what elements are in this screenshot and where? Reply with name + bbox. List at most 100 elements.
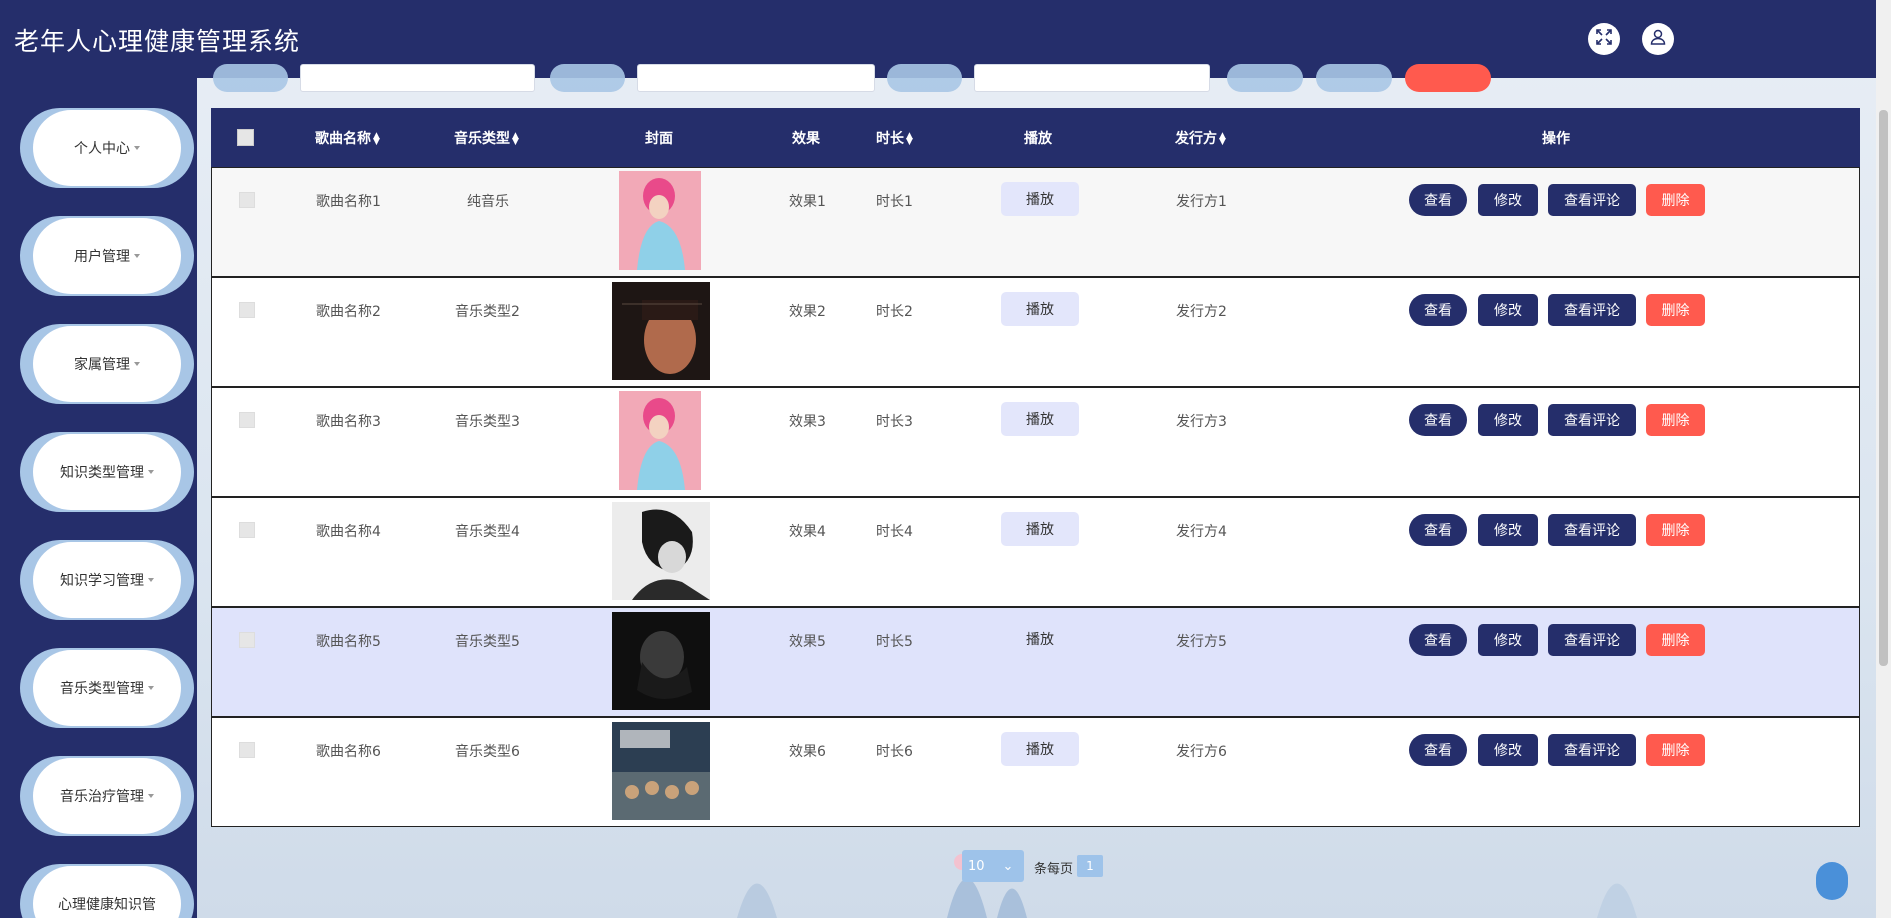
- edit-button[interactable]: 修改: [1478, 624, 1538, 656]
- cover-image: [612, 282, 710, 380]
- search-label-pill: [213, 64, 288, 92]
- duration: 时长3: [876, 414, 913, 430]
- page-number-button[interactable]: 1: [1077, 855, 1103, 877]
- song-name: 歌曲名称2: [316, 304, 381, 320]
- fullscreen-icon: [1595, 28, 1613, 50]
- sidebar-item-knowledge-type[interactable]: 知识类型管理: [20, 432, 194, 512]
- edit-button[interactable]: 修改: [1478, 514, 1538, 546]
- view-button[interactable]: 查看: [1409, 184, 1467, 216]
- search-button[interactable]: [1227, 64, 1303, 92]
- sidebar-item-mental-health-knowledge[interactable]: 心理健康知识管: [20, 864, 194, 918]
- publisher: 发行方2: [1176, 304, 1227, 320]
- effect: 效果1: [789, 194, 826, 210]
- view-button[interactable]: 查看: [1409, 404, 1467, 436]
- edit-button[interactable]: 修改: [1478, 294, 1538, 326]
- row-checkbox[interactable]: [239, 302, 255, 318]
- cover-image: [612, 502, 710, 600]
- play-button[interactable]: 播放: [1001, 622, 1079, 656]
- delete-button[interactable]: 删除: [1646, 404, 1705, 436]
- publisher: 发行方1: [1176, 194, 1227, 210]
- header-publisher[interactable]: 发行方 ▲ ▼: [1175, 128, 1226, 148]
- sidebar-item-family[interactable]: 家属管理: [20, 324, 194, 404]
- row-checkbox[interactable]: [239, 632, 255, 648]
- sidebar-item-music-type[interactable]: 音乐类型管理: [20, 648, 194, 728]
- chat-float-button[interactable]: [1816, 862, 1848, 900]
- row-checkbox[interactable]: [239, 192, 255, 208]
- header-music-type[interactable]: 音乐类型 ▲ ▼: [454, 128, 519, 148]
- view-comments-button[interactable]: 查看评论: [1548, 294, 1636, 326]
- search-label-pill: [550, 64, 625, 92]
- song-name: 歌曲名称5: [316, 634, 381, 650]
- music-therapy-table: 歌曲名称 ▲ ▼ 音乐类型 ▲ ▼ 封面 效果 时长 ▲ ▼ 播放 发行方 ▲ ▼ 操作 歌曲名…: [211, 108, 1860, 829]
- fullscreen-button[interactable]: [1588, 23, 1620, 55]
- duration: 时长1: [876, 194, 913, 210]
- cover-image: [619, 171, 701, 270]
- header-duration[interactable]: 时长 ▲ ▼: [876, 128, 913, 148]
- duration: 时长2: [876, 304, 913, 320]
- search-bar: [197, 64, 1857, 92]
- play-button[interactable]: 播放: [1001, 402, 1079, 436]
- view-comments-button[interactable]: 查看评论: [1548, 734, 1636, 766]
- view-comments-button[interactable]: 查看评论: [1548, 624, 1636, 656]
- music-type: 音乐类型2: [455, 304, 520, 320]
- row-checkbox[interactable]: [239, 522, 255, 538]
- scrollbar-thumb[interactable]: [1879, 110, 1888, 666]
- music-type: 纯音乐: [467, 194, 509, 210]
- sidebar-item-personal-center[interactable]: 个人中心: [20, 108, 194, 188]
- chevron-down-icon: ⌄: [1002, 858, 1014, 874]
- user-icon: [1649, 28, 1667, 50]
- view-button[interactable]: 查看: [1409, 624, 1467, 656]
- delete-button[interactable]: 删除: [1646, 514, 1705, 546]
- sidebar-item-music-therapy[interactable]: 音乐治疗管理: [20, 756, 194, 836]
- row-checkbox[interactable]: [239, 742, 255, 758]
- sort-icon: ▲ ▼: [1219, 131, 1226, 147]
- play-button[interactable]: 播放: [1001, 182, 1079, 216]
- header-play: 播放: [1024, 131, 1052, 147]
- table-header: 歌曲名称 ▲ ▼ 音乐类型 ▲ ▼ 封面 效果 时长 ▲ ▼ 播放 发行方 ▲ ▼ 操作: [211, 108, 1860, 167]
- song-name: 歌曲名称3: [316, 414, 381, 430]
- view-comments-button[interactable]: 查看评论: [1548, 514, 1636, 546]
- search-input-publisher[interactable]: [974, 64, 1210, 92]
- add-button[interactable]: [1316, 64, 1392, 92]
- user-menu-button[interactable]: [1642, 23, 1674, 55]
- chevron-down-icon: [148, 686, 154, 690]
- header-song-name[interactable]: 歌曲名称 ▲ ▼: [315, 128, 380, 148]
- table-row: 歌曲名称1 纯音乐 效果1 时长1 播放 发行方1 查看 修改 查看评论 删除: [211, 167, 1860, 277]
- music-type: 音乐类型6: [455, 744, 520, 760]
- view-comments-button[interactable]: 查看评论: [1548, 184, 1636, 216]
- edit-button[interactable]: 修改: [1478, 184, 1538, 216]
- play-button[interactable]: 播放: [1001, 292, 1079, 326]
- publisher: 发行方3: [1176, 414, 1227, 430]
- header-effect: 效果: [792, 131, 820, 147]
- duration: 时长4: [876, 524, 913, 540]
- play-button[interactable]: 播放: [1001, 732, 1079, 766]
- search-input-type[interactable]: [637, 64, 875, 92]
- table-row: 歌曲名称4 音乐类型4 效果4 时长4 播放 发行方4 查看 修改 查看评论 删…: [211, 497, 1860, 607]
- cover-image: [612, 722, 710, 820]
- header-cover: 封面: [645, 131, 673, 147]
- view-comments-button[interactable]: 查看评论: [1548, 404, 1636, 436]
- sidebar: 个人中心 用户管理 家属管理 知识类型管理 知识学习管理 音乐类型管理 音乐治疗…: [0, 78, 197, 918]
- edit-button[interactable]: 修改: [1478, 404, 1538, 436]
- delete-button[interactable]: 删除: [1646, 294, 1705, 326]
- select-all-checkbox[interactable]: [237, 129, 254, 146]
- view-button[interactable]: 查看: [1409, 514, 1467, 546]
- view-button[interactable]: 查看: [1409, 734, 1467, 766]
- sidebar-item-users[interactable]: 用户管理: [20, 216, 194, 296]
- batch-delete-button[interactable]: [1405, 64, 1491, 92]
- edit-button[interactable]: 修改: [1478, 734, 1538, 766]
- page-size-select[interactable]: 10 ⌄: [962, 850, 1024, 882]
- sort-icon: ▲ ▼: [906, 131, 913, 147]
- sidebar-item-knowledge-study[interactable]: 知识学习管理: [20, 540, 194, 620]
- delete-button[interactable]: 删除: [1646, 624, 1705, 656]
- sidebar-item-label: 用户管理: [74, 249, 130, 265]
- music-type: 音乐类型4: [455, 524, 520, 540]
- view-button[interactable]: 查看: [1409, 294, 1467, 326]
- delete-button[interactable]: 删除: [1646, 734, 1705, 766]
- search-input-name[interactable]: [300, 64, 535, 92]
- sort-icon: ▲ ▼: [373, 131, 380, 147]
- play-button[interactable]: 播放: [1001, 512, 1079, 546]
- row-checkbox[interactable]: [239, 412, 255, 428]
- delete-button[interactable]: 删除: [1646, 184, 1705, 216]
- table-row: 歌曲名称5 音乐类型5 效果5 时长5 播放 发行方5 查看 修改 查看评论 删…: [211, 607, 1860, 717]
